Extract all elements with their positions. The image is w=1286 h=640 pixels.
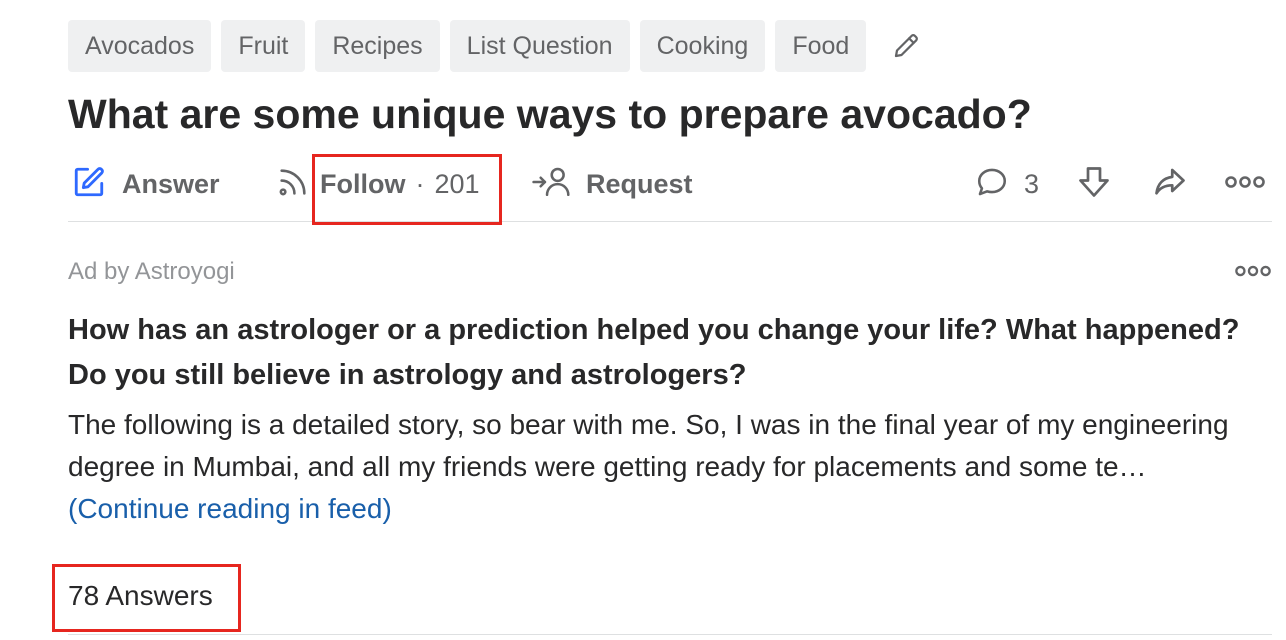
follow-rss-icon xyxy=(276,165,310,204)
follow-separator: · xyxy=(415,168,425,199)
downvote-button[interactable] xyxy=(1074,154,1114,214)
comment-button[interactable]: 3 xyxy=(974,154,1039,214)
ad-sponsor-label: Ad by Astroyogi xyxy=(68,258,235,285)
topic-chip-recipes[interactable]: Recipes xyxy=(315,20,440,72)
ad-body-text: The following is a detailed story, so be… xyxy=(68,404,1248,530)
answer-edit-icon xyxy=(72,165,106,204)
follow-label: Follow xyxy=(320,168,406,199)
request-person-icon xyxy=(532,165,572,204)
topic-list: Avocados Fruit Recipes List Question Coo… xyxy=(68,20,924,72)
question-action-bar: Answer Follow · 201 Request 3 xyxy=(68,154,1278,214)
ad-more-options-button[interactable] xyxy=(1228,256,1278,290)
question-title: What are some unique ways to prepare avo… xyxy=(68,91,1032,137)
more-icon xyxy=(1224,172,1266,197)
divider xyxy=(68,634,1272,635)
topic-chip-avocados[interactable]: Avocados xyxy=(68,20,212,72)
follow-button[interactable]: Follow · 201 xyxy=(276,154,480,214)
ad-body-snippet: The following is a detailed story, so be… xyxy=(68,409,1229,482)
answers-count-heading: 78 Answers xyxy=(68,580,213,611)
request-button[interactable]: Request xyxy=(532,154,693,214)
downvote-icon xyxy=(1074,164,1114,205)
comment-icon xyxy=(974,165,1010,204)
share-button[interactable] xyxy=(1150,154,1190,214)
topic-chip-fruit[interactable]: Fruit xyxy=(221,20,306,72)
topic-chip-cooking[interactable]: Cooking xyxy=(639,20,766,72)
answer-button[interactable]: Answer xyxy=(72,154,220,214)
more-options-button[interactable] xyxy=(1224,154,1266,214)
ad-question-title[interactable]: How has an astrologer or a prediction he… xyxy=(68,308,1248,398)
follow-count: 201 xyxy=(434,168,480,199)
topic-chip-list-question[interactable]: List Question xyxy=(449,20,630,72)
request-label: Request xyxy=(586,168,693,199)
share-icon xyxy=(1150,164,1190,205)
continue-reading-link[interactable]: (Continue reading in feed) xyxy=(68,493,392,524)
more-icon xyxy=(1233,262,1273,285)
comment-count: 3 xyxy=(1024,168,1040,199)
question-page: Avocados Fruit Recipes List Question Coo… xyxy=(52,0,1286,640)
topic-chip-food[interactable]: Food xyxy=(775,20,867,72)
answer-label: Answer xyxy=(122,168,220,199)
divider xyxy=(68,221,1272,222)
pencil-icon[interactable] xyxy=(888,28,924,64)
